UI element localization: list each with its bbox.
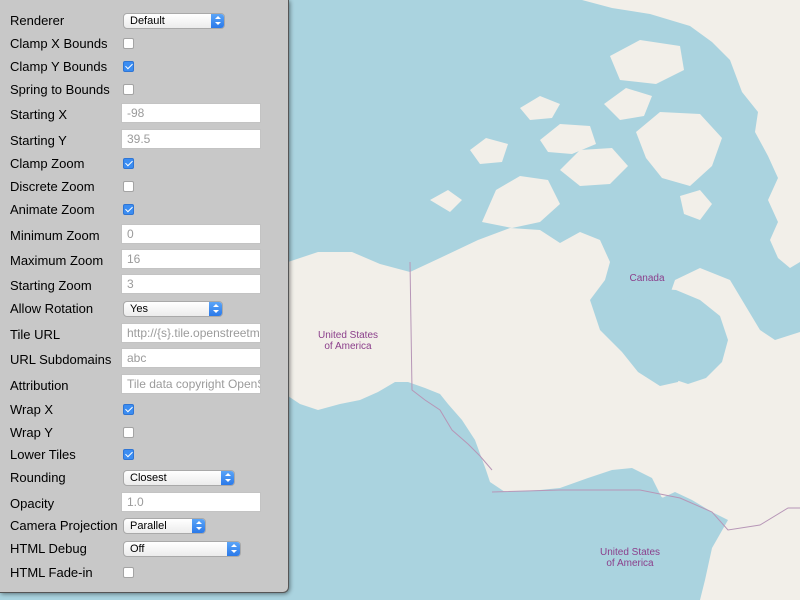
html-fade-in-row: HTML Fade-in (10, 563, 280, 583)
renderer-row: Renderer Default (10, 11, 280, 31)
starting-x-input[interactable]: -98 (121, 103, 261, 123)
lower-tiles-row: Lower Tiles (10, 445, 280, 465)
allow-rotation-value: Yes (130, 303, 148, 315)
minimum-zoom-label: Minimum Zoom (10, 228, 100, 243)
url-subdomains-input[interactable]: abc (121, 348, 261, 368)
wrap-y-checkbox[interactable] (123, 427, 134, 438)
rounding-select[interactable]: Closest (123, 470, 235, 486)
select-arrows-icon (209, 302, 222, 316)
starting-zoom-row: Starting Zoom 3 (10, 274, 280, 296)
html-fade-in-checkbox[interactable] (123, 567, 134, 578)
rounding-row: Rounding Closest (10, 468, 280, 488)
maximum-zoom-row: Maximum Zoom 16 (10, 249, 280, 271)
us-label-line2: of America (606, 558, 654, 569)
camera-projection-select[interactable]: Parallel (123, 518, 206, 534)
allow-rotation-label: Allow Rotation (10, 301, 94, 316)
wrap-x-row: Wrap X (10, 400, 280, 420)
renderer-select[interactable]: Default (123, 13, 225, 29)
select-arrows-icon (221, 471, 234, 485)
select-arrows-icon (227, 542, 240, 556)
animate-zoom-label: Animate Zoom (10, 202, 95, 217)
url-subdomains-label: URL Subdomains (10, 352, 112, 367)
clamp-zoom-label: Clamp Zoom (10, 156, 85, 171)
attribution-row: Attribution Tile data copyright OpenStre… (10, 374, 280, 396)
camera-projection-row: Camera Projection Parallel (10, 516, 280, 536)
html-debug-select[interactable]: Off (123, 541, 241, 557)
alaska-label-line2: of America (324, 341, 372, 352)
clamp-y-bounds-row: Clamp Y Bounds (10, 57, 280, 77)
clamp-y-bounds-checkbox[interactable] (123, 61, 134, 72)
html-debug-value: Off (130, 543, 145, 555)
discrete-zoom-row: Discrete Zoom (10, 177, 280, 197)
url-subdomains-row: URL Subdomains abc (10, 348, 280, 370)
allow-rotation-row: Allow Rotation Yes (10, 299, 280, 319)
spring-to-bounds-checkbox[interactable] (123, 84, 134, 95)
clamp-x-bounds-checkbox[interactable] (123, 38, 134, 49)
html-debug-row: HTML Debug Off (10, 539, 280, 559)
camera-projection-label: Camera Projection (10, 518, 118, 533)
select-arrows-icon (211, 14, 224, 28)
rounding-value: Closest (130, 472, 167, 484)
tile-url-label: Tile URL (10, 327, 61, 342)
starting-y-input[interactable]: 39.5 (121, 129, 261, 149)
minimum-zoom-row: Minimum Zoom 0 (10, 224, 280, 246)
camera-projection-value: Parallel (130, 520, 167, 532)
minimum-zoom-input[interactable]: 0 (121, 224, 261, 244)
opacity-row: Opacity 1.0 (10, 492, 280, 514)
html-fade-in-label: HTML Fade-in (10, 565, 93, 580)
tile-url-row: Tile URL http://{s}.tile.openstreetmap.o… (10, 323, 280, 345)
clamp-zoom-checkbox[interactable] (123, 158, 134, 169)
settings-panel: Renderer Default Clamp X Bounds Clamp Y … (0, 0, 289, 593)
clamp-y-bounds-label: Clamp Y Bounds (10, 59, 108, 74)
starting-zoom-label: Starting Zoom (10, 278, 92, 293)
spring-to-bounds-row: Spring to Bounds (10, 80, 280, 100)
rounding-label: Rounding (10, 470, 66, 485)
clamp-x-bounds-label: Clamp X Bounds (10, 36, 108, 51)
starting-zoom-input[interactable]: 3 (121, 274, 261, 294)
opacity-input[interactable]: 1.0 (121, 492, 261, 512)
starting-y-label: Starting Y (10, 133, 67, 148)
starting-y-row: Starting Y 39.5 (10, 129, 280, 151)
spring-to-bounds-label: Spring to Bounds (10, 82, 110, 97)
wrap-y-label: Wrap Y (10, 425, 53, 440)
attribution-input[interactable]: Tile data copyright OpenStreetMap contri… (121, 374, 261, 394)
html-debug-label: HTML Debug (10, 541, 87, 556)
maximum-zoom-input[interactable]: 16 (121, 249, 261, 269)
allow-rotation-select[interactable]: Yes (123, 301, 223, 317)
discrete-zoom-checkbox[interactable] (123, 181, 134, 192)
opacity-label: Opacity (10, 496, 55, 511)
attribution-label: Attribution (10, 378, 69, 393)
us-label-line1: United States (600, 547, 660, 558)
animate-zoom-row: Animate Zoom (10, 200, 280, 220)
starting-x-row: Starting X -98 (10, 103, 280, 125)
canada-label: Canada (629, 273, 664, 284)
renderer-value: Default (130, 15, 165, 27)
clamp-zoom-row: Clamp Zoom (10, 154, 280, 174)
renderer-label: Renderer (10, 13, 65, 28)
animate-zoom-checkbox[interactable] (123, 204, 134, 215)
wrap-x-checkbox[interactable] (123, 404, 134, 415)
lower-tiles-checkbox[interactable] (123, 449, 134, 460)
wrap-x-label: Wrap X (10, 402, 54, 417)
lower-tiles-label: Lower Tiles (10, 447, 76, 462)
alaska-label-line1: United States (318, 330, 378, 341)
starting-x-label: Starting X (10, 107, 68, 122)
discrete-zoom-label: Discrete Zoom (10, 179, 95, 194)
clamp-x-bounds-row: Clamp X Bounds (10, 34, 280, 54)
wrap-y-row: Wrap Y (10, 423, 280, 443)
select-arrows-icon (192, 519, 205, 533)
tile-url-input[interactable]: http://{s}.tile.openstreetmap.org/{z}/{x… (121, 323, 261, 343)
maximum-zoom-label: Maximum Zoom (10, 253, 104, 268)
